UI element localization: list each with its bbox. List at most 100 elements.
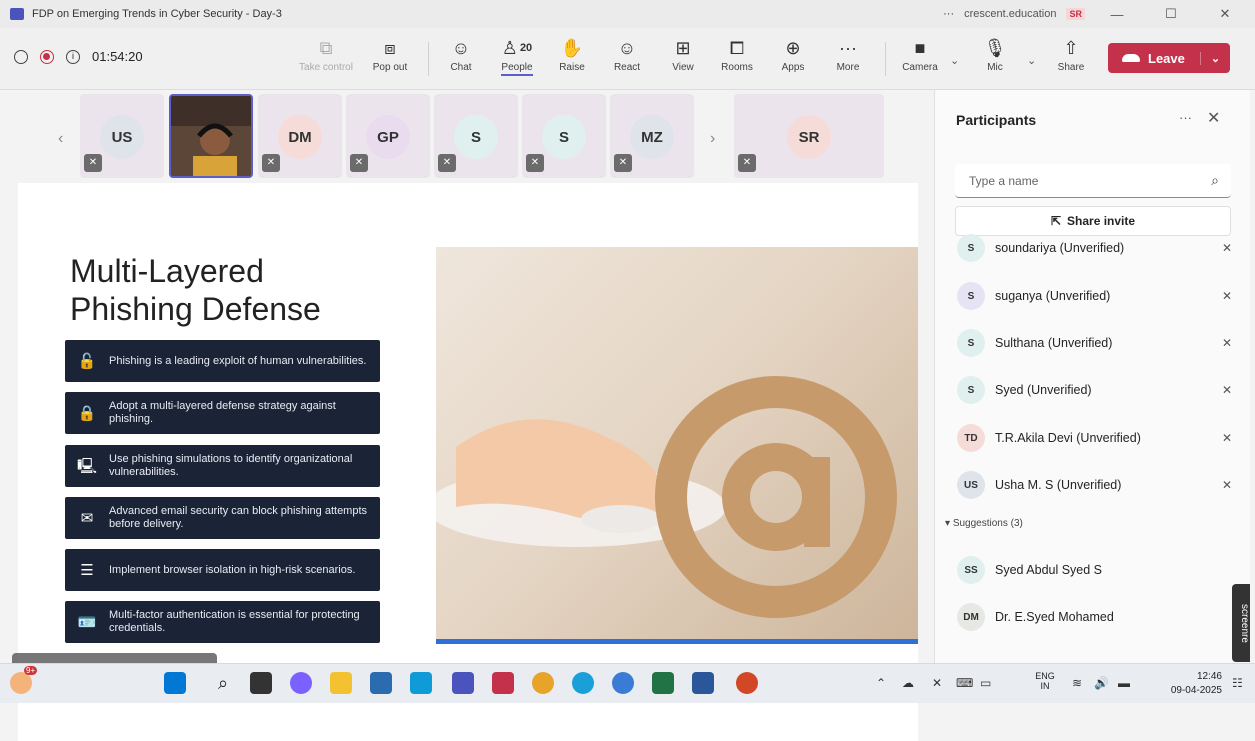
gallery-prev-arrow-icon[interactable]: ‹ bbox=[58, 130, 63, 148]
volume-icon[interactable]: 🔊 bbox=[1094, 676, 1109, 690]
avatar: MZ bbox=[630, 115, 674, 159]
clock[interactable]: 12:46 09-04-2025 bbox=[1152, 670, 1222, 698]
more-button[interactable]: ··· More bbox=[820, 36, 876, 74]
participant-tile[interactable]: DM ✕ bbox=[258, 94, 342, 178]
window-more-icon[interactable]: ··· bbox=[943, 8, 954, 20]
gallery-next-arrow-icon[interactable]: › bbox=[710, 130, 715, 148]
participant-row[interactable]: S suganya (Unverified) ✕ bbox=[957, 280, 1237, 312]
participant-tile[interactable]: MZ ✕ bbox=[610, 94, 694, 178]
avatar: US bbox=[100, 115, 144, 159]
pop-out-button[interactable]: ⧈ Pop out bbox=[362, 36, 418, 74]
participant-row[interactable]: US Usha M. S (Unverified) ✕ bbox=[957, 469, 1237, 501]
avatar: S bbox=[542, 115, 586, 159]
windows-taskbar: 9+ ⌕ ⌃ ☁ ✕ ⌨ ▭ ENG IN ≋ 🔊 ▬ 12:46 09-04-… bbox=[0, 663, 1255, 703]
wifi-icon[interactable]: ≋ bbox=[1072, 676, 1082, 690]
avatar: S bbox=[957, 376, 985, 404]
cloud-icon[interactable]: ☁ bbox=[902, 676, 914, 690]
slide-bullet: ☰ Implement browser isolation in high-ri… bbox=[65, 549, 380, 591]
mic-off-icon: ✕ bbox=[1221, 431, 1233, 445]
meeting-toolbar: i 01:54:20 ⧉ Take control ⧈ Pop out ☺ Ch… bbox=[0, 28, 1255, 90]
participant-search-input[interactable]: Type a name ⌕ bbox=[955, 164, 1231, 198]
suggestions-header[interactable]: ▾ Suggestions (3) bbox=[945, 518, 1023, 529]
app-icon[interactable] bbox=[492, 672, 514, 694]
apps-button[interactable]: ⊕ Apps bbox=[765, 36, 821, 74]
meeting-stage: ‹ US ✕ DM ✕ GP ✕ S ✕ S ✕ MZ ✕ › SR ✕ Mul… bbox=[0, 90, 934, 741]
leave-options-chevron-icon[interactable]: ⌄ bbox=[1200, 51, 1230, 65]
avatar: DM bbox=[957, 603, 985, 631]
avatar: DM bbox=[278, 115, 322, 159]
chrome-icon[interactable] bbox=[532, 672, 554, 694]
display-icon[interactable]: ▭ bbox=[980, 676, 991, 690]
unlock-icon: 🔓 bbox=[77, 352, 97, 370]
window-title: FDP on Emerging Trends in Cyber Security… bbox=[32, 8, 282, 20]
chat-icon: ☺ bbox=[451, 37, 471, 58]
hand-mouse-at-sign-image bbox=[436, 376, 897, 618]
task-view-icon[interactable] bbox=[250, 672, 272, 694]
mic-off-icon: ✕ bbox=[1221, 336, 1233, 350]
participant-tile[interactable]: GP ✕ bbox=[346, 94, 430, 178]
participant-tile[interactable]: S ✕ bbox=[434, 94, 518, 178]
chrome-profile-icon[interactable] bbox=[612, 672, 634, 694]
camera-button[interactable]: ■ Camera bbox=[892, 36, 948, 74]
word-icon[interactable] bbox=[692, 672, 714, 694]
share-button[interactable]: ⇧ Share bbox=[1043, 36, 1099, 74]
chevron-up-icon[interactable]: ⌃ bbox=[876, 676, 886, 690]
battery-icon[interactable]: ▬ bbox=[1118, 676, 1130, 690]
search-icon[interactable]: ⌕ bbox=[1211, 172, 1219, 189]
rooms-button[interactable]: ⧠ Rooms bbox=[709, 36, 765, 74]
info-icon[interactable]: i bbox=[66, 49, 80, 64]
participant-tile[interactable]: SR ✕ bbox=[734, 94, 884, 178]
react-button[interactable]: ☺ React bbox=[599, 36, 655, 74]
language-indicator[interactable]: ENG IN bbox=[1030, 671, 1060, 691]
copilot-icon[interactable] bbox=[290, 672, 312, 694]
maximize-icon[interactable]: ☐ bbox=[1149, 6, 1193, 22]
widgets-icon[interactable] bbox=[10, 672, 32, 694]
panel-close-icon[interactable]: ✕ bbox=[1207, 108, 1220, 128]
avatar: GP bbox=[366, 115, 410, 159]
close-icon[interactable]: ✕ bbox=[1203, 6, 1247, 22]
participant-row[interactable]: TD T.R.Akila Devi (Unverified) ✕ bbox=[957, 422, 1237, 454]
slide-accent-bar bbox=[436, 639, 918, 644]
screen-recorder-tab[interactable]: screenre bbox=[1232, 584, 1250, 662]
notification-center-icon[interactable]: ☷ bbox=[1232, 676, 1243, 690]
edge-icon[interactable] bbox=[572, 672, 594, 694]
file-explorer-icon[interactable] bbox=[330, 672, 352, 694]
take-control-button[interactable]: ⧉ Take control bbox=[298, 36, 354, 74]
devices-icon: 🖳 bbox=[76, 457, 97, 475]
minimize-icon[interactable]: — bbox=[1095, 7, 1139, 22]
keyboard-icon[interactable]: ⌨ bbox=[956, 676, 973, 690]
teams-taskbar-icon[interactable] bbox=[452, 672, 474, 694]
take-control-icon: ⧉ bbox=[319, 37, 333, 58]
muted-icon: ✕ bbox=[614, 154, 632, 172]
title-bar: FDP on Emerging Trends in Cyber Security… bbox=[0, 0, 1255, 28]
participant-video-tile[interactable] bbox=[169, 94, 253, 178]
search-icon[interactable]: ⌕ bbox=[212, 672, 234, 694]
participant-row[interactable]: S Sulthana (Unverified) ✕ bbox=[957, 327, 1237, 359]
participant-row[interactable]: S soundariya (Unverified) ✕ bbox=[957, 232, 1237, 264]
panel-more-icon[interactable]: ··· bbox=[1179, 110, 1192, 125]
id-card-icon: 🪪 bbox=[77, 613, 97, 631]
people-button[interactable]: ♙ 20 People bbox=[489, 36, 545, 76]
raise-hand-button[interactable]: ✋ Raise bbox=[544, 36, 600, 74]
chat-button[interactable]: ☺ Chat bbox=[433, 36, 489, 74]
leave-button[interactable]: Leave ⌄ bbox=[1108, 43, 1230, 73]
powerpoint-icon[interactable] bbox=[736, 672, 758, 694]
store-icon[interactable] bbox=[370, 672, 392, 694]
mic-button[interactable]: 🎙 Mic bbox=[967, 36, 1023, 74]
participant-tile[interactable]: US ✕ bbox=[80, 94, 164, 178]
suggestion-row[interactable]: DM Dr. E.Syed Mohamed bbox=[957, 601, 1237, 633]
camera-options-chevron-icon[interactable]: ⌄ bbox=[950, 54, 959, 67]
participant-row[interactable]: S Syed (Unverified) ✕ bbox=[957, 374, 1237, 406]
view-button[interactable]: ⊞ View bbox=[655, 36, 711, 74]
avatar: S bbox=[957, 282, 985, 310]
slide-bullet: 🪪 Multi-factor authentication is essenti… bbox=[65, 601, 380, 643]
slide-photo bbox=[436, 247, 918, 639]
outlook-icon[interactable] bbox=[410, 672, 432, 694]
mic-muted-tray-icon[interactable]: ✕ bbox=[932, 676, 942, 690]
mic-options-chevron-icon[interactable]: ⌄ bbox=[1027, 54, 1036, 67]
participant-tile[interactable]: S ✕ bbox=[522, 94, 606, 178]
suggestion-row[interactable]: SS Syed Abdul Syed S bbox=[957, 554, 1237, 586]
user-avatar[interactable]: SR bbox=[1066, 8, 1085, 20]
excel-icon[interactable] bbox=[652, 672, 674, 694]
start-icon[interactable] bbox=[164, 672, 186, 694]
